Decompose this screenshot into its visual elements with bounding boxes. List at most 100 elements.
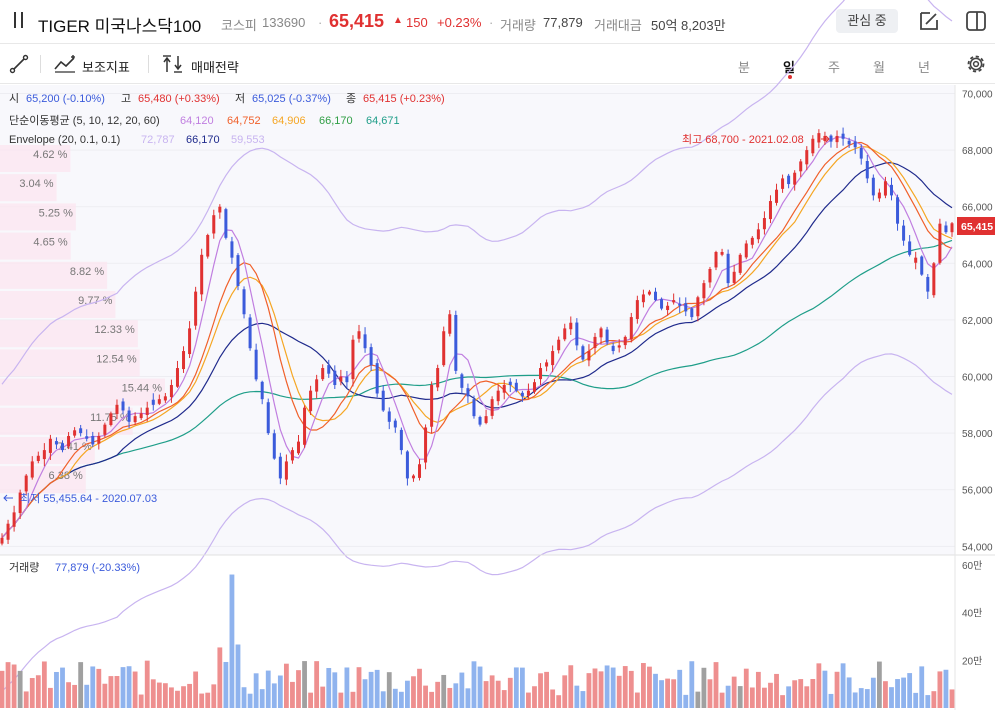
volume-bar bbox=[852, 692, 858, 708]
volume-profile-label: 4.62 % bbox=[33, 149, 67, 161]
volume-bar bbox=[592, 668, 598, 708]
volume-bar bbox=[144, 660, 150, 708]
candle-up bbox=[182, 351, 186, 370]
volume-bar bbox=[653, 673, 658, 708]
volume-bar bbox=[181, 686, 186, 708]
volume-bar bbox=[138, 694, 144, 708]
volume-tick-label: 20만 bbox=[962, 655, 982, 667]
candle-down bbox=[690, 308, 694, 318]
envelope-legend-label: Envelope (20, 0.1, 0.1) bbox=[9, 134, 120, 146]
candle-down bbox=[726, 253, 730, 284]
volume-bar bbox=[205, 692, 211, 708]
volume-bar bbox=[441, 674, 447, 708]
candle-down bbox=[248, 317, 252, 349]
candle-up bbox=[750, 237, 754, 245]
volume-bar bbox=[828, 693, 834, 708]
candle-up bbox=[744, 243, 748, 258]
volume-bar bbox=[271, 683, 277, 708]
candle-down bbox=[902, 225, 906, 241]
candle-up bbox=[672, 300, 676, 303]
low-annotation: 최저 55,455.64 - 2020.07.03 bbox=[3, 492, 157, 505]
volume-tick-label: 40만 bbox=[962, 608, 982, 620]
candle-down bbox=[266, 402, 270, 434]
candle-down bbox=[581, 346, 585, 360]
volume-bar bbox=[774, 673, 779, 708]
volume-bar bbox=[804, 686, 810, 708]
candle-up bbox=[290, 450, 294, 461]
candle-up bbox=[539, 368, 543, 380]
volume-bar bbox=[223, 661, 229, 708]
stock-chart[interactable]: 4.62 %3.04 %5.25 %4.65 %8.82 %9.77 %12.3… bbox=[0, 0, 995, 710]
volume-bar bbox=[169, 687, 174, 708]
candle-down bbox=[829, 135, 833, 142]
volume-bar bbox=[0, 670, 5, 708]
candle-up bbox=[357, 331, 361, 339]
volume-bar bbox=[108, 676, 114, 708]
volume-bar bbox=[919, 666, 925, 708]
volume-profile-label: 4.65 % bbox=[33, 237, 67, 249]
candle-up bbox=[436, 368, 440, 388]
candle-down bbox=[278, 456, 282, 479]
candle-up bbox=[175, 368, 179, 387]
price-tick-label: 56,000 bbox=[962, 486, 993, 497]
candle-up bbox=[24, 475, 28, 492]
candle-up bbox=[587, 351, 591, 361]
volume-bar bbox=[616, 675, 622, 708]
candle-up bbox=[133, 416, 137, 423]
candle-down bbox=[478, 416, 482, 425]
volume-bar bbox=[35, 675, 41, 708]
volume-bar bbox=[562, 675, 568, 708]
candle-up bbox=[73, 430, 77, 436]
volume-bar bbox=[241, 687, 247, 708]
volume-bar bbox=[5, 662, 11, 708]
candle-down bbox=[375, 363, 379, 394]
candle-down bbox=[399, 429, 403, 451]
candle-up bbox=[835, 135, 839, 143]
volume-bar bbox=[925, 695, 931, 708]
volume-bar bbox=[901, 677, 906, 708]
candle-up bbox=[206, 235, 210, 257]
env-upper-value: 72,787 bbox=[141, 134, 175, 146]
candle-up bbox=[877, 192, 881, 199]
volume-profile-label: 8.82 % bbox=[70, 266, 104, 278]
candle-up bbox=[775, 189, 779, 203]
volume-bar bbox=[314, 661, 320, 708]
volume-bar bbox=[253, 673, 259, 708]
candle-up bbox=[309, 390, 313, 412]
volume-bar bbox=[568, 665, 574, 708]
candle-down bbox=[333, 370, 337, 386]
candle-up bbox=[169, 385, 173, 398]
volume-bar bbox=[398, 691, 404, 708]
candle-down bbox=[254, 349, 258, 380]
candle-down bbox=[127, 410, 131, 422]
volume-bar bbox=[858, 688, 864, 708]
candle-up bbox=[641, 294, 645, 303]
candle-up bbox=[218, 206, 222, 213]
volume-bar bbox=[683, 694, 689, 708]
volume-bar bbox=[719, 692, 725, 708]
candle-up bbox=[714, 251, 718, 268]
candle-down bbox=[847, 140, 851, 145]
candle-up bbox=[623, 336, 627, 346]
candle-down bbox=[684, 303, 688, 312]
volume-bar bbox=[483, 681, 489, 708]
open-label: 시 bbox=[9, 93, 19, 105]
volume-bar bbox=[320, 686, 326, 708]
candle-up bbox=[817, 133, 821, 143]
volume-bar bbox=[308, 692, 314, 708]
volume-bar bbox=[647, 666, 652, 708]
volume-bar bbox=[259, 689, 265, 708]
high-price-label: 고 bbox=[121, 93, 131, 105]
volume-bar bbox=[380, 691, 386, 708]
volume-bar bbox=[126, 666, 132, 708]
volume-bar bbox=[90, 666, 96, 708]
candle-up bbox=[617, 345, 621, 348]
candle-up bbox=[599, 328, 603, 338]
candle-up bbox=[303, 407, 307, 445]
price-tick-label: 60,000 bbox=[962, 373, 993, 384]
volume-bar bbox=[302, 661, 307, 708]
volume-bar bbox=[114, 676, 120, 708]
candle-up bbox=[629, 317, 633, 340]
high-price-value: 65,480 (+0.33%) bbox=[138, 93, 220, 105]
candle-up bbox=[883, 181, 887, 196]
